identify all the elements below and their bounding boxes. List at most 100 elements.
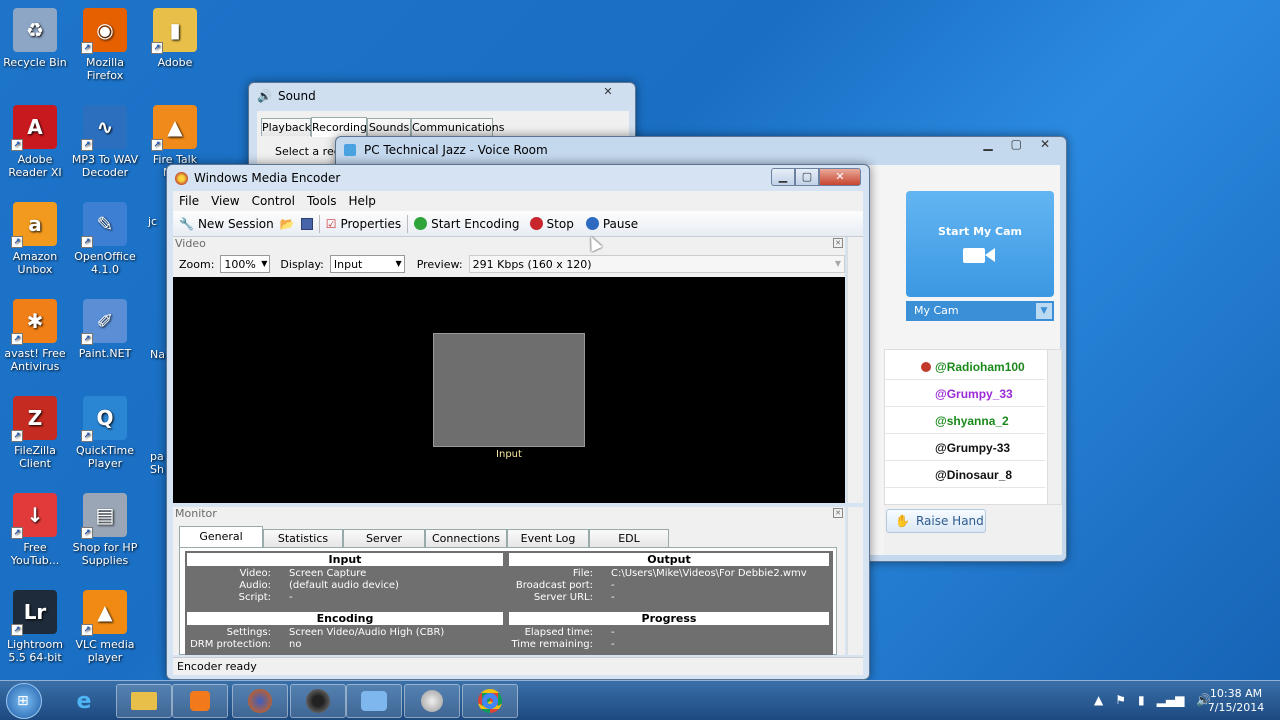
- desktop-icon[interactable]: ♻ Recycle Bin: [0, 8, 70, 69]
- amazon-icon: a ↗: [11, 202, 57, 248]
- tab-server[interactable]: Server: [343, 529, 425, 547]
- flag-icon[interactable]: ⚑: [1115, 693, 1126, 707]
- start-cam-button[interactable]: Start My Cam: [906, 191, 1054, 297]
- zoom-select[interactable]: 100% ▼: [220, 255, 271, 273]
- menu-file[interactable]: File: [173, 194, 205, 208]
- show-hidden-icons-icon[interactable]: ▲: [1094, 693, 1103, 707]
- stop-icon: [529, 217, 543, 230]
- desktop-icon[interactable]: Z ↗ FileZilla Client: [0, 396, 70, 470]
- sound-title-bar[interactable]: 🔊 Sound: [249, 83, 635, 109]
- close-button[interactable]: ✕: [819, 168, 861, 186]
- voice-room-title-bar[interactable]: PC Technical Jazz - Voice Room: [336, 137, 1066, 163]
- chevron-down-icon: ▼: [834, 259, 842, 268]
- user-list-item[interactable]: @shyanna_2: [885, 408, 1045, 434]
- tab-edl[interactable]: EDL: [589, 529, 669, 547]
- menu-view[interactable]: View: [205, 194, 245, 208]
- taskbar-ie-button[interactable]: e: [56, 684, 112, 718]
- folder-icon: ▮ ↗: [151, 8, 197, 54]
- desktop-icon[interactable]: ∿ ↗ MP3 To WAV Decoder: [70, 105, 140, 179]
- info-label: File:: [572, 568, 593, 579]
- info-label: Script:: [238, 592, 271, 603]
- raise-hand-button[interactable]: ✋ Raise Hand: [886, 509, 986, 533]
- monitor-scrollbar[interactable]: [847, 507, 863, 655]
- taskbar-media-button[interactable]: [172, 684, 228, 718]
- battery-icon[interactable]: ▮: [1138, 693, 1145, 707]
- desktop-icon[interactable]: A ↗ Adobe Reader XI: [0, 105, 70, 179]
- user-list-item[interactable]: @Radioham100: [885, 354, 1045, 380]
- close-panel-icon[interactable]: ✕: [833, 508, 843, 518]
- desktop-icon[interactable]: Q ↗ QuickTime Player: [70, 396, 140, 470]
- tab-connections[interactable]: Connections: [425, 529, 507, 547]
- taskbar-firefox-button[interactable]: [232, 684, 288, 718]
- close-panel-icon[interactable]: ✕: [833, 238, 843, 248]
- close-button[interactable]: ✕: [587, 84, 629, 102]
- user-list-item[interactable]: @Grumpy-33: [885, 435, 1045, 461]
- tab-communications[interactable]: Communications: [411, 118, 504, 136]
- user-list-item[interactable]: @Dinosaur_8: [885, 462, 1045, 488]
- chrome-icon: [478, 689, 502, 713]
- preview-label: Preview:: [416, 257, 463, 271]
- desktop-icon-label: jc: [148, 215, 158, 228]
- tab-recording[interactable]: Recording: [311, 117, 367, 137]
- taskbar-explorer-button[interactable]: [116, 684, 172, 718]
- network-icon[interactable]: ▂▄▆: [1157, 693, 1185, 707]
- info-label: Server URL:: [533, 592, 593, 603]
- desktop-icon[interactable]: ▤ ↗ Shop for HP Supplies: [70, 493, 140, 567]
- save-icon: [300, 217, 313, 230]
- tab-playback[interactable]: Playback: [261, 118, 311, 136]
- properties-button[interactable]: ☑ Properties: [326, 217, 401, 231]
- close-button[interactable]: ✕: [1040, 137, 1050, 151]
- taskbar-chat-button[interactable]: [346, 684, 402, 718]
- desktop-icon[interactable]: a ↗ Amazon Unbox: [0, 202, 70, 276]
- openoffice-icon: ✎ ↗: [81, 202, 127, 248]
- user-list-scrollbar[interactable]: [1047, 350, 1061, 504]
- tab-statistics[interactable]: Statistics: [263, 529, 343, 547]
- start-encoding-label: Start Encoding: [431, 216, 520, 231]
- maximize-button[interactable]: ▢: [795, 168, 819, 186]
- tab-sounds[interactable]: Sounds: [367, 118, 411, 136]
- user-list-item[interactable]: @Grumpy_33: [885, 381, 1045, 407]
- info-value: -: [611, 639, 615, 650]
- desktop-icon-partial[interactable]: jc: [148, 215, 168, 228]
- clock[interactable]: 10:38 AM 7/15/2014: [1204, 687, 1268, 715]
- desktop-icon[interactable]: ▲ ↗ VLC media player: [70, 590, 140, 664]
- desktop-icon-label: VLC media player: [75, 638, 135, 664]
- camera-icon: [963, 246, 997, 264]
- save-button[interactable]: [300, 217, 313, 230]
- taskbar-chrome-button[interactable]: [462, 684, 518, 718]
- cam-select[interactable]: My Cam ▼: [906, 301, 1054, 321]
- tab-event-log[interactable]: Event Log: [507, 529, 589, 547]
- wme-title-bar[interactable]: Windows Media Encoder: [167, 165, 869, 191]
- menu-tools[interactable]: Tools: [301, 194, 343, 208]
- menu-control[interactable]: Control: [246, 194, 301, 208]
- pause-button[interactable]: Pause: [585, 217, 638, 231]
- desktop-icon[interactable]: ▮ ↗ Adobe: [140, 8, 210, 69]
- desktop-icon[interactable]: ✎ ↗ OpenOffice 4.1.0: [70, 202, 140, 276]
- desktop-icon[interactable]: ✐ ↗ Paint.NET: [70, 299, 140, 360]
- wme-window[interactable]: Windows Media Encoder ▁ ▢ ✕ File View Co…: [166, 164, 870, 680]
- desktop-icon[interactable]: Lr ↗ Lightroom 5.5 64-bit: [0, 590, 70, 664]
- stop-button[interactable]: Stop: [529, 217, 574, 231]
- user-name: @Dinosaur_8: [935, 467, 1013, 482]
- video-scrollbar[interactable]: [847, 237, 863, 503]
- desktop-icon[interactable]: ◉ ↗ Mozilla Firefox: [70, 8, 140, 82]
- start-encoding-button[interactable]: Start Encoding: [414, 216, 520, 231]
- display-select[interactable]: Input ▼: [329, 255, 405, 273]
- taskbar-sound-button[interactable]: [404, 684, 460, 718]
- start-button[interactable]: ⊞: [6, 683, 42, 719]
- preview-select[interactable]: 291 Kbps (160 x 120) ▼: [468, 255, 846, 273]
- minimize-button[interactable]: ▁: [771, 168, 795, 186]
- desktop-icon-label: Mozilla Firefox: [86, 56, 124, 82]
- desktop-icon[interactable]: ✱ ↗ avast! Free Antivirus: [0, 299, 70, 373]
- menu-bar: File View Control Tools Help: [173, 191, 863, 211]
- new-session-button[interactable]: 🔧 New Session: [179, 217, 274, 231]
- menu-help[interactable]: Help: [343, 194, 382, 208]
- minimize-button[interactable]: ▁: [983, 137, 992, 151]
- desktop-icon[interactable]: ↓ ↗ Free YouTub...: [0, 493, 70, 567]
- chevron-down-icon[interactable]: ▼: [1036, 303, 1052, 319]
- open-button[interactable]: 📂: [280, 217, 295, 231]
- maximize-button[interactable]: ▢: [1011, 137, 1022, 151]
- new-session-icon: 🔧: [179, 216, 194, 231]
- taskbar-camera-button[interactable]: [290, 684, 346, 718]
- tab-general[interactable]: General: [179, 526, 263, 547]
